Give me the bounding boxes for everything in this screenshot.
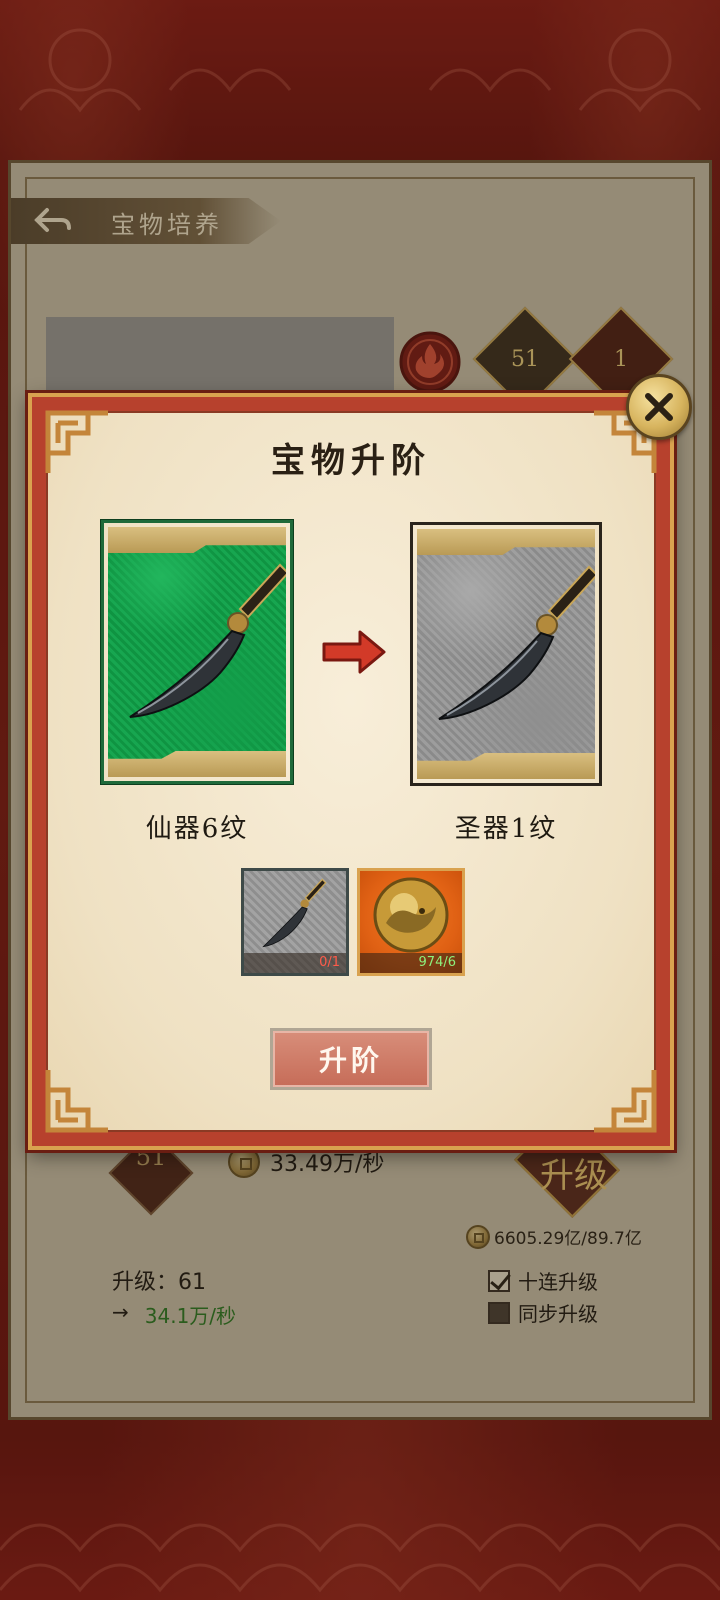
saber-icon <box>438 565 595 720</box>
current-item-card[interactable] <box>101 520 293 784</box>
material-slot-dragon-orb[interactable]: 974/6 <box>357 868 465 976</box>
fire-icon[interactable] <box>398 330 462 394</box>
material-count: 974/6 <box>360 953 462 973</box>
card-face <box>108 527 286 777</box>
back-arrow-icon <box>34 208 71 232</box>
material-count: 0/1 <box>244 953 346 973</box>
coin-icon <box>466 1224 490 1249</box>
checkbox-checked[interactable] <box>488 1269 510 1292</box>
material-slot-blade[interactable]: 0/1 <box>241 868 349 976</box>
placeholder-banner <box>46 317 394 397</box>
dragon-orb-icon <box>373 877 449 953</box>
modal-title: 宝物升阶 <box>271 441 431 481</box>
coin-icon <box>228 1146 260 1178</box>
header-badge-1: 51 <box>472 306 578 412</box>
option-label: 同步升级 <box>518 1302 598 1326</box>
income-rate: 33.49万/秒 <box>228 1146 384 1178</box>
card-face <box>417 529 595 779</box>
cloud-pattern <box>18 28 702 113</box>
next-item-label: 圣器1纹 <box>454 814 558 844</box>
arrow-text: → <box>112 1300 129 1324</box>
upgrade-button-label: 升级 <box>540 1156 608 1196</box>
badge-value: 51 <box>511 346 539 372</box>
arrow-right-icon <box>322 630 386 674</box>
next-rate-value: 34.1万/秒 <box>144 1304 237 1328</box>
next-rate: → 34.1万/秒 <box>112 1300 236 1329</box>
close-icon <box>645 393 673 421</box>
scroll-ornament <box>417 753 595 779</box>
option-ten-upgrade[interactable]: 十连升级 <box>488 1266 598 1295</box>
page-title: 宝物培养 <box>111 211 223 239</box>
income-rate-value: 33.49万/秒 <box>270 1152 385 1177</box>
gold-balance-value: 6605.29亿/89.7亿 <box>494 1229 642 1249</box>
saber-icon <box>262 878 327 948</box>
checkbox-unchecked[interactable] <box>488 1301 510 1324</box>
upgrade-level: 升级：61 <box>112 1270 206 1295</box>
current-item-label: 仙器6纹 <box>145 814 249 844</box>
gold-balance: 6605.29亿/89.7亿 <box>466 1224 642 1249</box>
corner-knot-ornament <box>45 1070 108 1133</box>
scroll-ornament <box>108 751 286 777</box>
option-label: 十连升级 <box>518 1270 598 1294</box>
option-sync-upgrade[interactable]: 同步升级 <box>488 1298 598 1327</box>
corner-knot-ornament <box>594 1070 657 1133</box>
back-button[interactable] <box>29 203 77 239</box>
rank-up-button[interactable]: 升阶 <box>270 1028 432 1090</box>
cloud-pattern <box>0 1523 720 1593</box>
saber-icon <box>129 563 286 718</box>
close-button[interactable] <box>626 374 692 440</box>
next-item-card[interactable] <box>410 522 602 786</box>
